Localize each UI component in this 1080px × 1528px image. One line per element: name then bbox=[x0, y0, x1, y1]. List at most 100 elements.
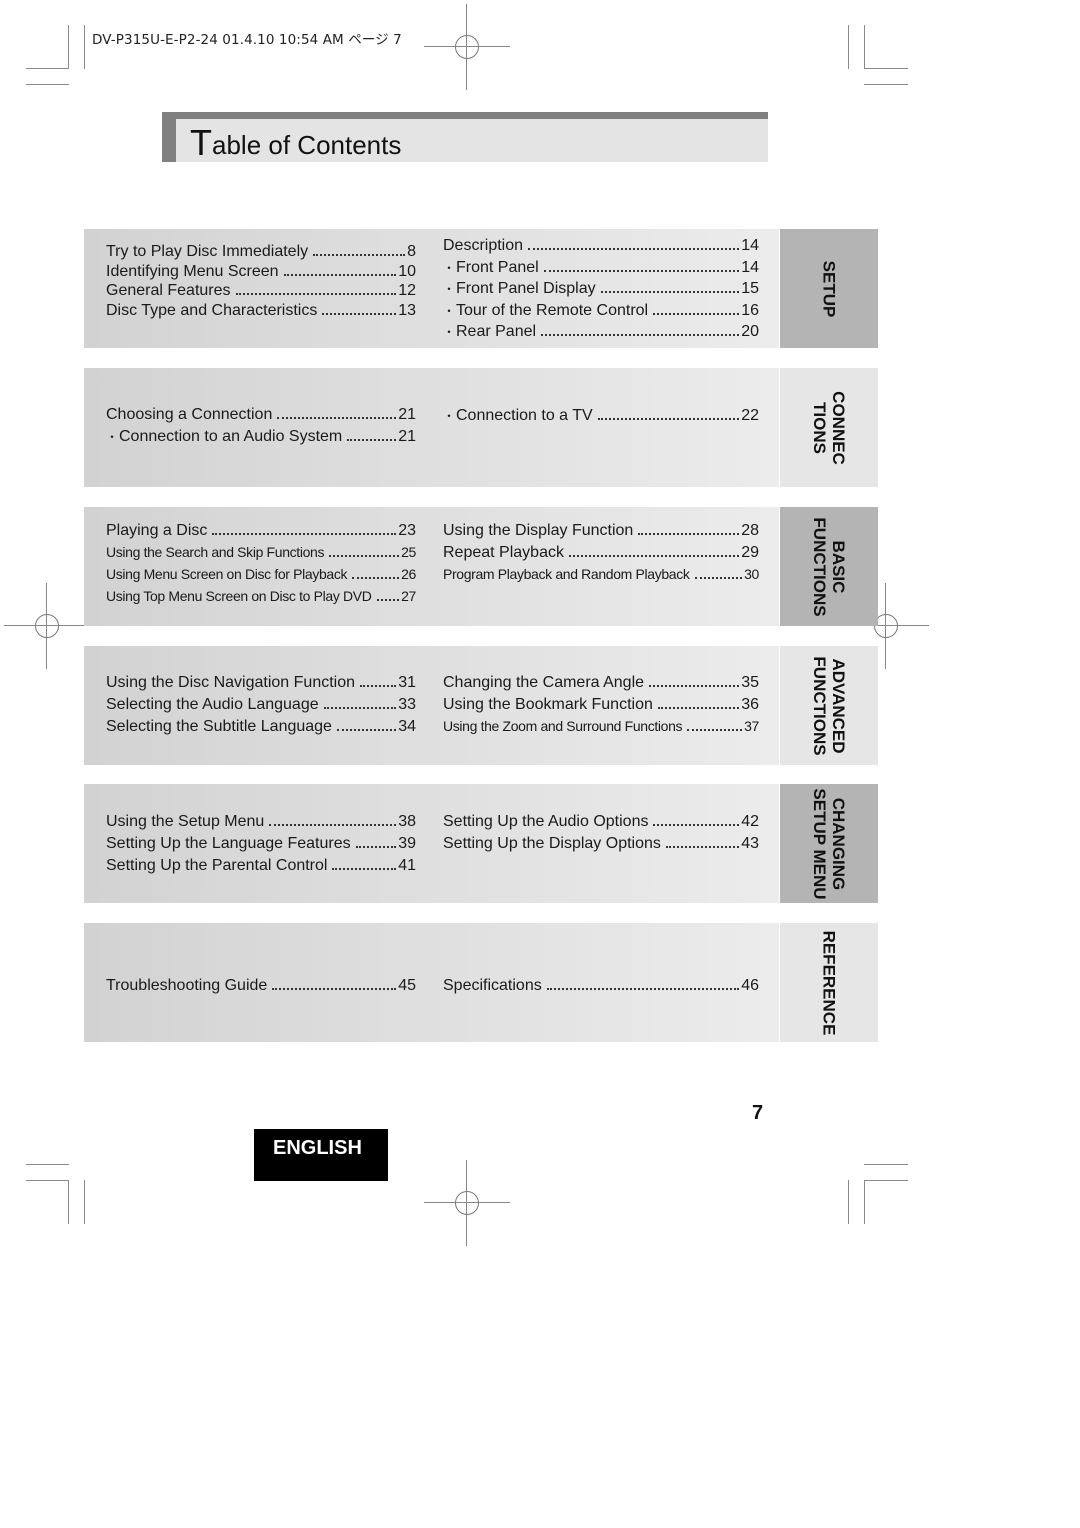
toc-entry[interactable]: Using the Bookmark Function 36 bbox=[443, 696, 759, 714]
section-tab[interactable]: ADVANCED FUNCTIONS bbox=[780, 646, 878, 765]
toc-entry[interactable]: Setting Up the Audio Options 42 bbox=[443, 813, 759, 831]
section-tab[interactable]: SETUP bbox=[780, 229, 878, 348]
toc-entry-page: 27 bbox=[401, 588, 416, 604]
toc-entry[interactable]: Selecting the Subtitle Language 34 bbox=[106, 718, 416, 736]
dot-leader bbox=[568, 555, 740, 557]
crop-mark bbox=[864, 68, 908, 69]
toc-entry-page: 25 bbox=[401, 544, 416, 560]
toc-entry-title: Selecting the Subtitle Language bbox=[106, 718, 332, 735]
toc-entry-title: Rear Panel bbox=[456, 323, 537, 340]
section-tab-label: BASIC FUNCTIONS bbox=[810, 517, 848, 616]
toc-entry-page: 43 bbox=[741, 835, 759, 852]
section-tab-label-line: CONNEC bbox=[829, 390, 848, 465]
section-tab[interactable]: CONNEC TIONS bbox=[780, 368, 878, 487]
toc-entry[interactable]: Setting Up the Display Options 43 bbox=[443, 835, 759, 853]
toc-entry-page: 38 bbox=[398, 813, 416, 830]
toc-entry-page: 21 bbox=[398, 406, 416, 423]
toc-entry[interactable]: Try to Play Disc Immediately 8 bbox=[106, 243, 416, 261]
toc-entry[interactable]: ・ Connection to an Audio System 21 bbox=[106, 428, 416, 446]
crop-mark bbox=[68, 25, 69, 69]
toc-entry[interactable]: Using Menu Screen on Disc for Playback 26 bbox=[106, 566, 416, 583]
bullet-icon: ・ bbox=[443, 260, 456, 275]
section-tab-label-line: SETUP MENU bbox=[810, 787, 829, 900]
toc-entry[interactable]: Using the Setup Menu 38 bbox=[106, 813, 416, 831]
crop-mark bbox=[68, 1180, 69, 1224]
toc-entry[interactable]: Specifications 46 bbox=[443, 977, 759, 995]
page-number: 7 bbox=[752, 1102, 764, 1124]
dot-leader bbox=[541, 334, 740, 336]
toc-entry-title: Setting Up the Audio Options bbox=[443, 813, 649, 830]
toc-entry-title: Using Top Menu Screen on Disc to Play DV… bbox=[106, 588, 372, 604]
dot-leader bbox=[322, 312, 397, 315]
toc-entry-title: Using the Zoom and Surround Functions bbox=[443, 718, 683, 734]
dot-leader bbox=[657, 707, 740, 709]
section-tab-label-line: ADVANCED bbox=[829, 657, 848, 754]
section-tab[interactable]: BASIC FUNCTIONS bbox=[780, 507, 878, 626]
toc-entry-title: Disc Type and Characteristics bbox=[106, 301, 318, 319]
section-tab-label-line: TIONS bbox=[810, 401, 829, 454]
section-tab[interactable]: REFERENCE bbox=[780, 923, 878, 1042]
toc-entry[interactable]: Selecting the Audio Language 33 bbox=[106, 696, 416, 714]
toc-entry-title: Selecting the Audio Language bbox=[106, 696, 319, 713]
section-tab-label-line: CHANGING bbox=[829, 797, 848, 890]
dot-leader bbox=[546, 988, 740, 990]
toc-entry-title: Front Panel bbox=[456, 258, 539, 276]
toc-entry-title: Specifications bbox=[443, 977, 542, 994]
section-tab-label-line: FUNCTIONS bbox=[810, 655, 829, 756]
toc-entry-title: Repeat Playback bbox=[443, 544, 564, 561]
toc-entry[interactable]: Using the Disc Navigation Function 31 bbox=[106, 674, 416, 692]
toc-entry[interactable]: Program Playback and Random Playback 30 bbox=[443, 566, 759, 583]
toc-entry-title: Setting Up the Parental Control bbox=[106, 857, 328, 874]
toc-entry[interactable]: ・ Front Panel 14 bbox=[443, 259, 759, 277]
toc-entry-page: 22 bbox=[741, 407, 759, 424]
dot-leader bbox=[323, 707, 397, 709]
toc-entry-page: 21 bbox=[398, 428, 416, 445]
crop-mark bbox=[26, 1164, 69, 1165]
print-slug: DV-P315U-E-P2-24 01.4.10 10:54 AM ページ 7 bbox=[92, 32, 402, 48]
toc-entry-page: 20 bbox=[741, 323, 759, 340]
toc-entry-page: 29 bbox=[741, 544, 759, 561]
toc-entry[interactable]: Using the Zoom and Surround Functions 37 bbox=[443, 718, 759, 735]
section-tab-label: ADVANCED FUNCTIONS bbox=[810, 656, 848, 755]
dot-leader bbox=[528, 248, 740, 250]
toc-entry[interactable]: ・ Connection to a TV 22 bbox=[443, 407, 759, 425]
toc-entry-title: Using the Bookmark Function bbox=[443, 696, 653, 713]
toc-entry[interactable]: Choosing a Connection 21 bbox=[106, 406, 416, 424]
registration-mark-icon bbox=[4, 583, 90, 669]
toc-entry-page: 31 bbox=[398, 674, 416, 691]
toc-entry[interactable]: Setting Up the Language Features 39 bbox=[106, 835, 416, 853]
dot-leader bbox=[336, 729, 397, 731]
toc-entry[interactable]: ・ Tour of the Remote Control 16 bbox=[443, 302, 759, 320]
toc-entry[interactable]: Using the Display Function 28 bbox=[443, 522, 759, 540]
toc-entry-title: Choosing a Connection bbox=[106, 406, 273, 423]
toc-entry[interactable]: Repeat Playback 29 bbox=[443, 544, 759, 562]
toc-entry[interactable]: Setting Up the Parental Control 41 bbox=[106, 857, 416, 875]
toc-entry[interactable]: Description 14 bbox=[443, 237, 759, 255]
toc-entry[interactable]: General Features 12 bbox=[106, 282, 416, 300]
crop-mark bbox=[26, 1180, 69, 1181]
section-tab-label: CONNEC TIONS bbox=[810, 391, 848, 465]
toc-entry-title: Try to Play Disc Immediately bbox=[106, 243, 309, 260]
toc-entry-title: Setting Up the Language Features bbox=[106, 835, 351, 852]
title-bar-border bbox=[162, 112, 176, 162]
toc-entry[interactable]: ・ Rear Panel 20 bbox=[443, 323, 759, 341]
section-tab[interactable]: CHANGING SETUP MENU bbox=[780, 784, 878, 903]
toc-entry[interactable]: Troubleshooting Guide 45 bbox=[106, 977, 416, 995]
toc-entry[interactable]: Changing the Camera Angle 35 bbox=[443, 674, 759, 692]
bullet-icon: ・ bbox=[443, 325, 456, 339]
toc-entry[interactable]: Identifying Menu Screen 10 bbox=[106, 263, 416, 281]
toc-entry[interactable]: Using Top Menu Screen on Disc to Play DV… bbox=[106, 588, 416, 605]
registration-mark-icon bbox=[424, 1160, 510, 1246]
toc-entry-title: Using Menu Screen on Disc for Playback bbox=[106, 566, 348, 582]
toc-entry[interactable]: Using the Search and Skip Functions 25 bbox=[106, 544, 416, 561]
dot-leader bbox=[687, 729, 743, 731]
dot-leader bbox=[352, 577, 400, 579]
crop-mark bbox=[84, 25, 85, 69]
toc-entry-title: Connection to an Audio System bbox=[119, 428, 343, 445]
toc-entry[interactable]: Playing a Disc 23 bbox=[106, 522, 416, 540]
toc-entry[interactable]: Disc Type and Characteristics 13 bbox=[106, 302, 416, 320]
toc-entry[interactable]: ・ Front Panel Display 15 bbox=[443, 280, 759, 298]
toc-section: ADVANCED FUNCTIONS Using the Disc Navigati… bbox=[84, 646, 878, 765]
dot-leader bbox=[376, 599, 400, 601]
bullet-icon: ・ bbox=[443, 282, 456, 296]
